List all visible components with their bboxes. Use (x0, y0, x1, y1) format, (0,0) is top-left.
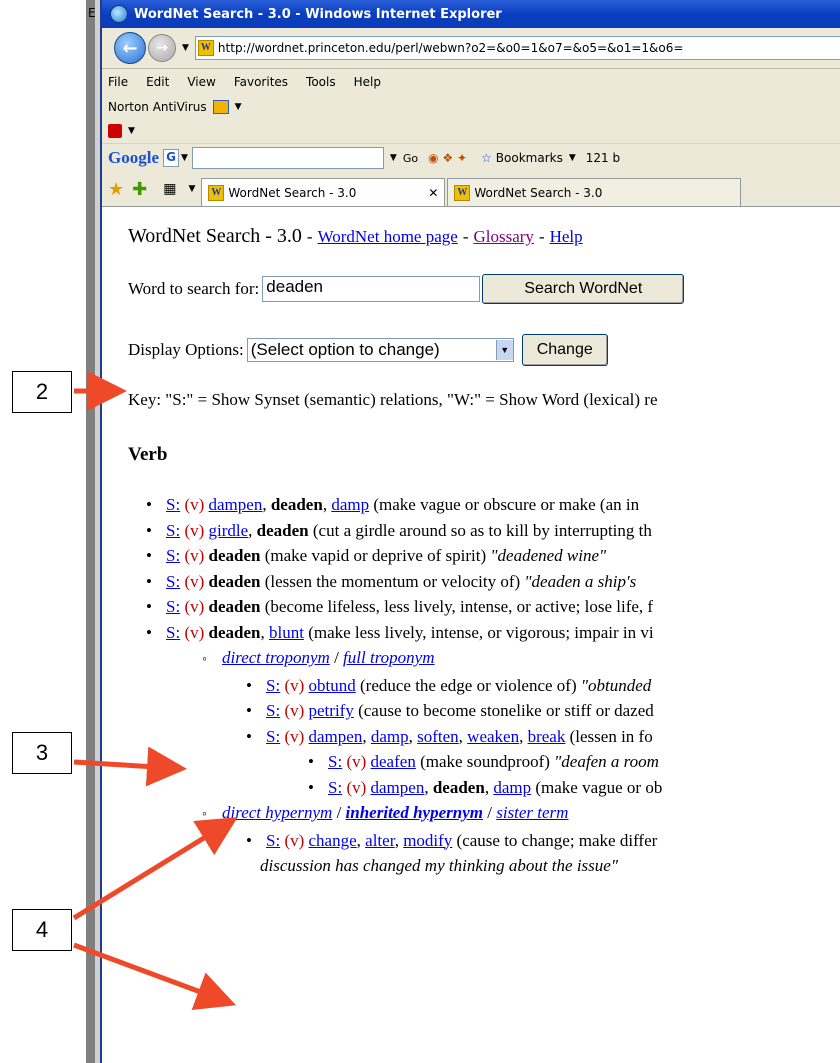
arrow-4-upper (72, 817, 238, 921)
arrow-4-lower (73, 942, 237, 1011)
arrow-3 (73, 746, 187, 787)
callout-arrows (72, 371, 238, 1011)
